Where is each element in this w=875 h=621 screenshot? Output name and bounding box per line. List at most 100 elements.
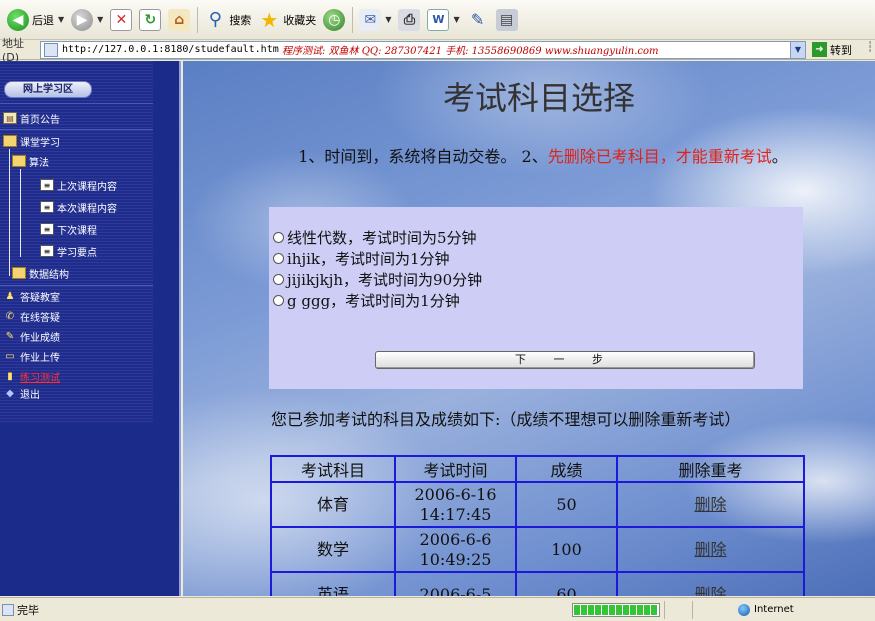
subject-cell: 体育 [270, 481, 396, 528]
sidebar-item-classroom[interactable]: 课堂学习 [3, 132, 60, 150]
status-bar: 完毕 Internet [0, 597, 875, 621]
edit-button[interactable]: W ▼ [424, 5, 462, 35]
subject-option-label: 线性代数，考试时间为5分钟 [287, 229, 477, 247]
go-button[interactable]: ➜ 转到 [812, 42, 852, 58]
chat-icon: ✆ [5, 310, 15, 322]
print-button[interactable]: ⎙ [395, 5, 423, 35]
action-cell: 删除 [616, 481, 805, 528]
star-icon: ★ [260, 7, 279, 32]
subject-option[interactable]: ihjik，考试时间为1分钟 [273, 248, 450, 269]
radio-button[interactable] [273, 232, 284, 243]
sidebar-item-next-lesson[interactable]: ≡ 下次课程 [40, 220, 97, 238]
sidebar-item-label: 退出 [20, 389, 40, 401]
chevron-down-icon[interactable]: ▼ [790, 41, 805, 58]
sidebar-item-online-qa[interactable]: ✆ 在线答疑 [3, 307, 60, 325]
delete-link[interactable]: 删除 [694, 540, 726, 559]
forward-button[interactable]: ▶ ▼ [68, 5, 106, 35]
sidebar-item-label: 学习要点 [57, 247, 97, 259]
radio-button[interactable] [273, 253, 284, 264]
subject-option[interactable]: 线性代数，考试时间为5分钟 [273, 227, 477, 248]
chevron-down-icon[interactable]: ▼ [97, 15, 103, 24]
page-icon: ≡ [40, 245, 54, 257]
divider [0, 103, 153, 104]
favorites-button[interactable]: ★ 收藏夹 [255, 5, 319, 35]
sidebar-item-homework-upload[interactable]: ▭ 作业上传 [3, 347, 60, 365]
sidebar-item-announcements[interactable]: ▤ 首页公告 [3, 109, 60, 127]
sidebar-item-last-lesson[interactable]: ≡ 上次课程内容 [40, 176, 117, 194]
tree-line [20, 169, 21, 257]
next-step-button[interactable]: 下 一 步 [375, 351, 755, 369]
sidebar-item-current-lesson[interactable]: ≡ 本次课程内容 [40, 198, 117, 216]
chevron-down-icon[interactable]: ▼ [385, 15, 391, 24]
chevron-down-icon[interactable]: ▼ [58, 15, 64, 24]
time-date: 2006-6-6 [419, 529, 492, 549]
action-cell: 删除 [616, 526, 805, 573]
history-button[interactable]: ◷ [320, 5, 348, 35]
exit-icon: ◆ [6, 387, 14, 399]
sidebar-item-qa-classroom[interactable]: ♟ 答疑教室 [3, 287, 60, 305]
address-url[interactable]: http://127.0.0.1:8180/studefault.htm [62, 44, 282, 55]
printer-icon: ⎙ [398, 8, 421, 31]
mail-button[interactable]: ✉ ▼ [356, 5, 394, 35]
toolbar-separator [197, 6, 199, 33]
stop-button[interactable]: ✕ [107, 5, 135, 35]
chevron-down-icon[interactable]: ▼ [453, 15, 459, 24]
sidebar-item-exit[interactable]: ◆ 退出 [3, 384, 40, 402]
sidebar-item-label: 作业上传 [20, 352, 60, 364]
notice-text: 1、时间到，系统将自动交卷。 2、 [298, 147, 548, 166]
time-cell: 2006-6-16 14:17:45 [394, 481, 517, 528]
time-cell: 2006-6-5 [394, 571, 517, 596]
column-header: 删除重考 [616, 455, 805, 483]
address-input[interactable]: http://127.0.0.1:8180/studefault.htm 程序测… [40, 40, 806, 59]
grade-icon: ✎ [5, 330, 15, 342]
main-content: 考试科目选择 1、时间到，系统将自动交卷。 2、先删除已考科目，才能重新考试。 … [183, 61, 875, 596]
column-header: 考试时间 [394, 455, 517, 483]
home-button[interactable]: ⌂ [165, 5, 193, 35]
sidebar-item-key-points[interactable]: ≡ 学习要点 [40, 242, 97, 260]
globe-icon [738, 603, 750, 616]
sidebar-item-algorithms[interactable]: 算法 [12, 152, 49, 170]
folder-icon [12, 267, 26, 279]
folder-icon [3, 135, 17, 147]
go-arrow-icon: ➜ [812, 42, 827, 57]
table-header-row: 考试科目 考试时间 成绩 删除重考 [270, 455, 805, 483]
refresh-button[interactable]: ↻ [136, 5, 164, 35]
go-label: 转到 [830, 43, 852, 57]
radio-button[interactable] [273, 295, 284, 306]
sidebar-item-practice-test[interactable]: ▮ 练习测试 [3, 367, 60, 385]
action-cell: 删除 [616, 571, 805, 597]
sidebar-item-label: 课堂学习 [20, 137, 60, 149]
sidebar-item-label: 算法 [29, 157, 49, 169]
search-label: 搜索 [229, 13, 252, 27]
messenger-button[interactable]: ✎ [464, 5, 492, 35]
browser-toolbar: ◀ 后退 ▼ ▶ ▼ ✕ ↻ ⌂ ⚲ 搜索 ★ 收藏夹 ◷ ✉ ▼ ⎙ W ▼ … [0, 0, 875, 40]
delete-link[interactable]: 删除 [694, 585, 726, 597]
sidebar-item-label: 作业成绩 [20, 332, 60, 344]
classroom-icon: ♟ [5, 290, 15, 302]
sidebar-item-label: 练习测试 [20, 372, 60, 384]
address-label: 地址(D) [2, 37, 24, 64]
search-button[interactable]: ⚲ 搜索 [201, 5, 254, 35]
sidebar-item-label: 本次课程内容 [57, 203, 117, 215]
delete-link[interactable]: 删除 [694, 495, 726, 514]
page-icon: ≡ [40, 223, 54, 235]
word-edit-icon: W [427, 8, 450, 31]
mail-icon: ✉ [359, 8, 382, 31]
favorites-label: 收藏夹 [283, 13, 317, 27]
forward-arrow-icon: ▶ [71, 8, 94, 31]
divider [0, 129, 153, 130]
author-contact-overlay: 程序测试: 双鱼林 QQ: 287307421 手机: 13558690869 … [282, 46, 659, 57]
radio-button[interactable] [273, 274, 284, 285]
subject-option[interactable]: jijikjkjh，考试时间为90分钟 [273, 269, 482, 290]
subject-cell: 数学 [270, 526, 396, 573]
status-cell [664, 600, 688, 619]
page-icon: ≡ [40, 201, 54, 213]
sidebar-item-data-structures[interactable]: 数据结构 [12, 264, 69, 282]
back-button[interactable]: ◀ 后退 ▼ [4, 5, 67, 35]
sidebar-item-homework-grades[interactable]: ✎ 作业成绩 [3, 327, 60, 345]
research-button[interactable]: ▤ [493, 5, 521, 35]
subject-option[interactable]: g ggg，考试时间为1分钟 [273, 290, 460, 311]
score-caption: 您已参加考试的科目及成绩如下:（成绩不理想可以删除重新考试） [271, 410, 741, 429]
messenger-icon: ✎ [470, 10, 485, 29]
table-row: 数学 2006-6-6 10:49:25 100 删除 [270, 526, 805, 573]
